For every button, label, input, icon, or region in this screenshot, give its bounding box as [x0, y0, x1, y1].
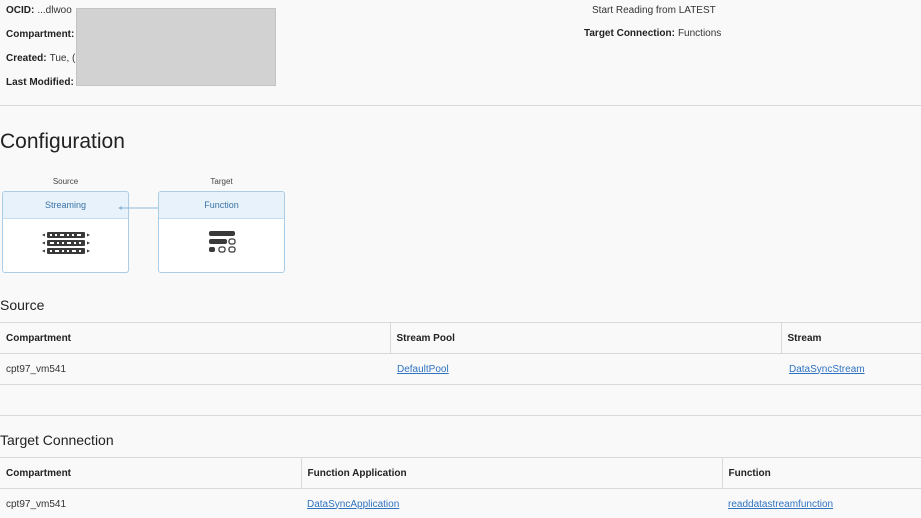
column-header-function[interactable]: Function	[722, 457, 921, 489]
function-icon	[159, 230, 284, 256]
diagram-target-label: Target	[210, 177, 233, 186]
compartment-row: Compartment:	[6, 29, 77, 53]
stream-cell: DataSyncStream	[781, 353, 921, 385]
target-card-title: Function	[159, 192, 284, 219]
stream-link[interactable]: DataSyncStream	[789, 364, 865, 375]
source-table: Compartment Stream Pool Stream cpt97_vm5…	[0, 322, 921, 385]
column-header-compartment[interactable]: Compartment	[0, 322, 391, 354]
table-row: cpt97_vm541 DefaultPool DataSyncStream	[0, 353, 921, 385]
column-header-function-application[interactable]: Function Application	[301, 457, 723, 489]
created-label: Created:	[6, 53, 47, 64]
created-row: Created: Tue, (	[6, 53, 77, 77]
divider	[0, 105, 921, 106]
target-function-card[interactable]: Function	[158, 191, 285, 273]
function-application-link[interactable]: DataSyncApplication	[307, 499, 399, 510]
redaction-box	[76, 8, 276, 86]
source-heading: Source	[0, 297, 45, 313]
source-card-title: Streaming	[3, 192, 128, 219]
function-cell: readdatastreamfunction	[722, 488, 921, 518]
details-left: OCID: ...dlwoo Compartment: Created: Tue…	[6, 5, 77, 101]
configuration-heading: Configuration	[0, 130, 125, 153]
stream-pool-cell: DefaultPool	[390, 353, 781, 385]
ocid-label: OCID:	[6, 5, 35, 16]
stream-data-icon	[3, 230, 128, 256]
target-connection-value: Functions	[677, 28, 722, 39]
source-streaming-card[interactable]: Streaming	[2, 191, 129, 273]
start-reading-row: Start Reading from LATEST	[584, 5, 721, 28]
source-table-header: Compartment Stream Pool Stream	[0, 322, 921, 354]
target-table: Compartment Function Application Functio…	[0, 457, 921, 518]
source-compartment-cell: cpt97_vm541	[0, 353, 390, 385]
last-modified-row: Last Modified:	[6, 77, 77, 101]
column-header-stream-pool[interactable]: Stream Pool	[390, 322, 782, 354]
target-connection-label: Target Connection:	[584, 28, 675, 39]
target-table-header: Compartment Function Application Functio…	[0, 457, 921, 489]
target-connection-row: Target Connection: Functions	[584, 28, 721, 51]
details-right: Start Reading from LATEST Target Connect…	[584, 5, 721, 51]
diagram-source-label: Source	[52, 177, 79, 186]
section-divider	[0, 415, 921, 416]
target-compartment-cell: cpt97_vm541	[0, 488, 301, 518]
target-connection-heading: Target Connection	[0, 432, 114, 448]
ocid-value: ...dlwoo	[37, 5, 72, 16]
table-row: cpt97_vm541 DataSyncApplication readdata…	[0, 488, 921, 518]
last-modified-label: Last Modified:	[6, 77, 74, 88]
column-header-stream[interactable]: Stream	[781, 322, 921, 354]
function-application-cell: DataSyncApplication	[301, 488, 722, 518]
function-link[interactable]: readdatastreamfunction	[728, 499, 833, 510]
resource-details-page: { "details": { "ocid_label": "OCID:", "o…	[0, 0, 921, 518]
stream-pool-link[interactable]: DefaultPool	[397, 364, 449, 375]
created-value: Tue, (	[49, 53, 76, 64]
ocid-row: OCID: ...dlwoo	[6, 5, 77, 29]
start-reading-value: Start Reading from LATEST	[592, 5, 716, 16]
compartment-label: Compartment:	[6, 29, 75, 40]
column-header-compartment[interactable]: Compartment	[0, 457, 302, 489]
